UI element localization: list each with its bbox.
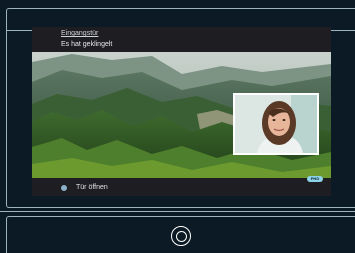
circle-dot-icon[interactable]	[61, 185, 67, 191]
intercom-screen: Eingangstür Es hat geklingelt PHD Tür öf…	[32, 27, 331, 196]
intercom-footer: PHD Tür öffnen	[32, 176, 331, 196]
visitor-face-image	[235, 95, 317, 153]
visitor-camera-inset	[233, 93, 319, 155]
home-button[interactable]	[171, 226, 191, 246]
intercom-header: Eingangstür Es hat geklingelt	[32, 27, 331, 52]
camera-feed	[32, 52, 331, 178]
home-ring-icon	[175, 230, 187, 242]
ring-status: Es hat geklingelt	[61, 41, 113, 48]
hd-badge: PHD	[307, 176, 323, 182]
door-title[interactable]: Eingangstür	[61, 30, 98, 37]
open-door-button[interactable]: Tür öffnen	[76, 184, 108, 191]
